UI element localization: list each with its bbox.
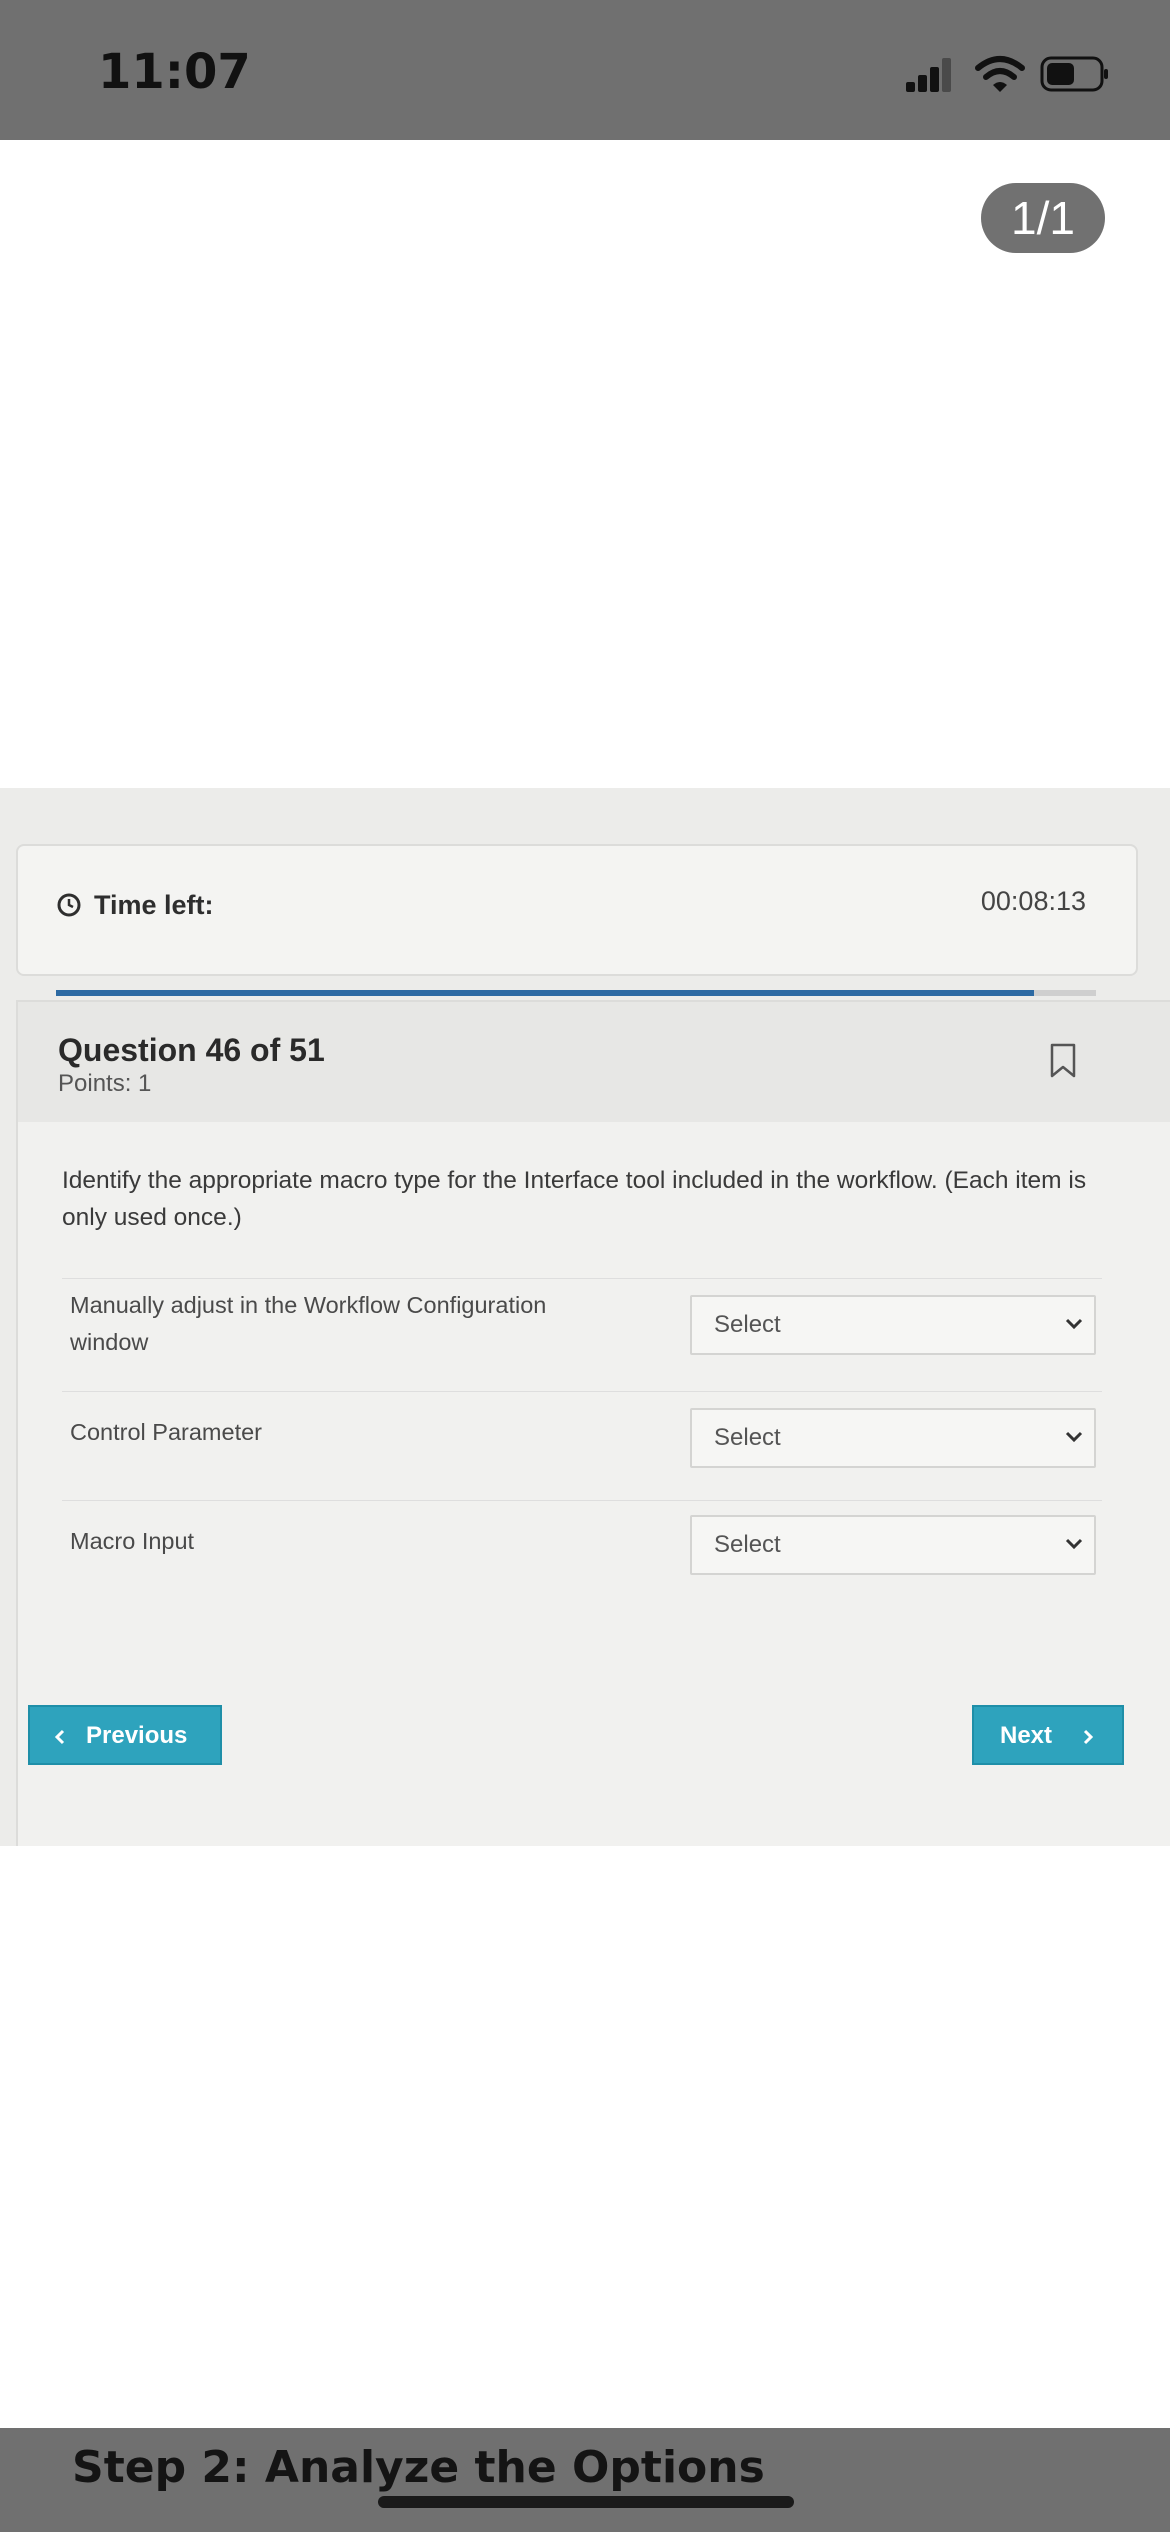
bottom-banner: Step 2: Analyze the Options	[0, 2428, 1170, 2532]
chevron-right-icon	[1083, 1729, 1094, 1745]
bookmark-icon[interactable]	[1048, 1042, 1078, 1080]
step-title: Step 2: Analyze the Options	[72, 2442, 765, 2493]
next-button-label: Next	[1000, 1722, 1053, 1749]
answer-row: Control Parameter Select	[62, 1391, 1102, 1500]
question-title: Question 46 of 51	[58, 1032, 325, 1068]
previous-button-label: Previous	[86, 1722, 188, 1749]
next-button[interactable]: Next	[972, 1705, 1124, 1765]
answer-rows: Manually adjust in the Workflow Configur…	[62, 1278, 1102, 1609]
status-time: 11:07	[98, 44, 251, 100]
timer-card: Time left: 00:08:13	[16, 844, 1138, 996]
time-left-value: 00:08:13	[980, 886, 1086, 916]
select-value: Select	[714, 1311, 781, 1338]
battery-icon	[1040, 56, 1108, 92]
answer-select-2[interactable]: Select	[690, 1408, 1096, 1468]
select-value: Select	[714, 1531, 781, 1558]
answer-row-label: Macro Input	[70, 1528, 195, 1554]
previous-button[interactable]: Previous	[28, 1705, 222, 1765]
question-points: Points: 1	[58, 1070, 152, 1097]
chevron-down-icon	[1065, 1431, 1083, 1443]
chevron-down-icon	[1065, 1538, 1083, 1550]
chevron-down-icon	[1065, 1318, 1083, 1330]
home-indicator[interactable]	[378, 2496, 794, 2508]
answer-row: Macro Input Select	[62, 1500, 1102, 1609]
time-progress-fill	[56, 990, 1034, 996]
time-progress-bar	[56, 990, 1096, 996]
clock-icon	[57, 893, 81, 917]
quiz-photo: Time left: 00:08:13 Question 46 of 51 Po…	[0, 788, 1170, 1846]
question-text: Identify the appropriate macro type for …	[62, 1167, 1087, 1231]
wifi-icon	[975, 56, 1025, 92]
answer-row: Manually adjust in the Workflow Configur…	[62, 1278, 1102, 1391]
select-value: Select	[714, 1424, 781, 1451]
signal-icon	[906, 56, 951, 92]
time-left-label: Time left:	[94, 890, 214, 920]
answer-row-label: Manually adjust in the Workflow Configur…	[70, 1292, 547, 1355]
question-header: Question 46 of 51 Points: 1	[18, 1002, 1170, 1122]
chevron-left-icon	[54, 1729, 65, 1745]
answer-select-1[interactable]: Select	[690, 1295, 1096, 1355]
status-bar: 11:07	[0, 0, 1170, 140]
answer-select-3[interactable]: Select	[690, 1515, 1096, 1575]
page-counter: 1/1	[981, 183, 1105, 253]
answer-row-label: Control Parameter	[70, 1419, 262, 1445]
